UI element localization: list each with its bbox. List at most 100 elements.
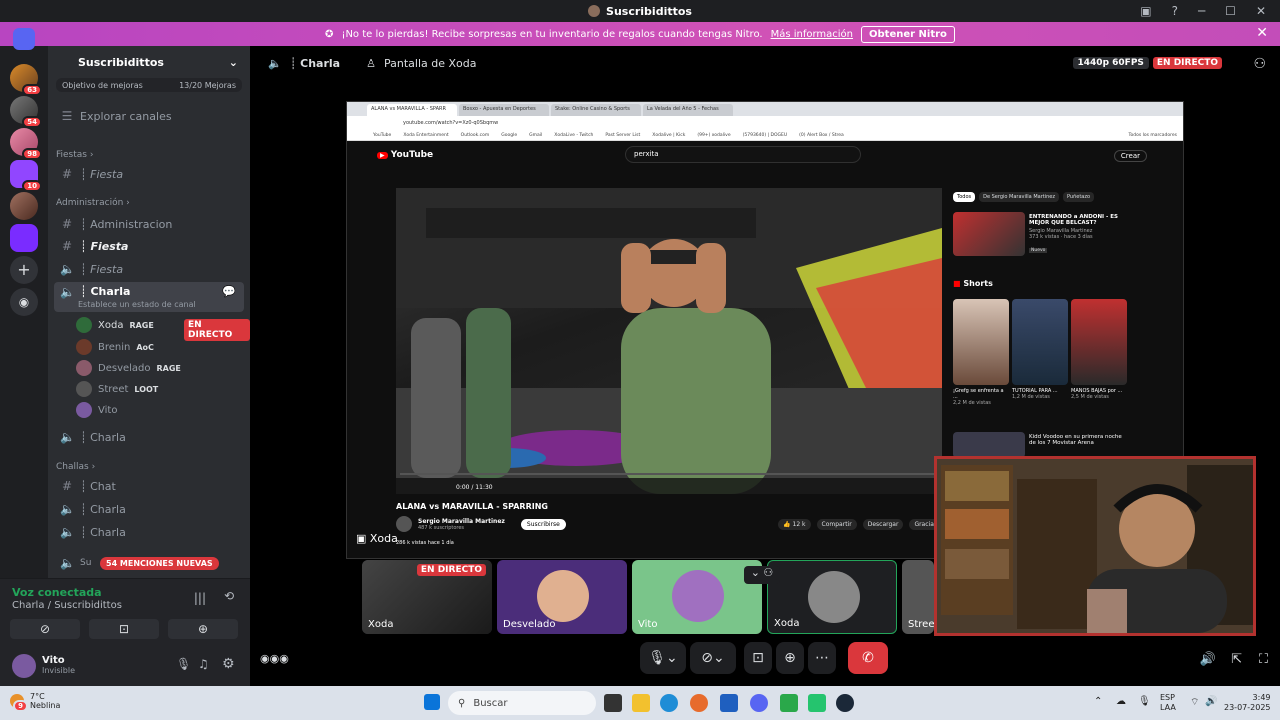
- share-screen-button[interactable]: ⊡: [744, 642, 772, 674]
- chip[interactable]: De Sergio Maravilla Martinez: [979, 192, 1059, 202]
- channel-administracion[interactable]: # ┊ Administracion: [54, 214, 244, 234]
- clock[interactable]: 3:49 23-07-2025: [1224, 693, 1271, 713]
- file-explorer-icon[interactable]: [632, 694, 650, 712]
- activity-button[interactable]: ⊕: [168, 619, 238, 639]
- share-screen-button[interactable]: ⊡: [89, 619, 159, 639]
- rec-title[interactable]: Kidd Voodoo en su primera noche de los 7…: [1029, 434, 1129, 446]
- get-nitro-button[interactable]: Obtener Nitro: [861, 25, 955, 43]
- maximize-button[interactable]: ☐: [1225, 4, 1236, 18]
- channel-fiesta[interactable]: # ┊ Fiesta: [54, 236, 244, 256]
- volume-icon[interactable]: 🔊: [1205, 696, 1217, 707]
- user-tile[interactable]: Desvelado: [497, 560, 627, 634]
- bookmark[interactable]: Past Server List: [605, 133, 640, 138]
- camera-off-button[interactable]: ⊘: [10, 619, 80, 639]
- browser-tab[interactable]: Stake: Online Casino & Sports: [551, 104, 641, 116]
- headphones-icon[interactable]: ♫: [198, 657, 209, 671]
- close-window-button[interactable]: ✕: [1256, 4, 1266, 18]
- settings-gear-icon[interactable]: ⚙: [222, 656, 235, 672]
- dm-home-icon[interactable]: [13, 28, 35, 50]
- bookmark[interactable]: XodaLive - Twitch: [554, 133, 593, 138]
- short-thumbnail[interactable]: [953, 299, 1009, 385]
- stream-tile[interactable]: EN DIRECTO Xoda: [362, 560, 492, 634]
- server-icon[interactable]: 98: [10, 128, 42, 160]
- channel-status[interactable]: Establece un estado de canal: [78, 300, 196, 309]
- channel-chat[interactable]: # ┊ Chat: [54, 476, 244, 496]
- voice-location[interactable]: Charla / Suscribidittos: [12, 600, 122, 611]
- youtube-search-input[interactable]: perxita: [625, 146, 861, 163]
- short-thumbnail[interactable]: [1071, 299, 1127, 385]
- activity-button[interactable]: ⊕: [776, 642, 804, 674]
- store-icon[interactable]: [720, 694, 738, 712]
- channel-name[interactable]: Sergio Maravilla Martinez: [418, 518, 505, 525]
- share-button[interactable]: Compartir: [816, 518, 857, 530]
- address-bar[interactable]: youtube.com/watch?v=Xz0-q0Sbqmw: [347, 116, 1183, 130]
- browser-tab[interactable]: ALANA vs MARAVILLA - SPARR: [367, 104, 457, 116]
- bookmark[interactable]: Outlook.com: [461, 133, 490, 138]
- close-banner-icon[interactable]: ✕: [1256, 25, 1268, 41]
- add-friend-icon[interactable]: ⚇: [1253, 56, 1266, 72]
- explore-icon[interactable]: ◉: [10, 288, 38, 316]
- short-thumbnail[interactable]: [1012, 299, 1068, 385]
- edge-icon[interactable]: [660, 694, 678, 712]
- boost-goal[interactable]: Objetivo de mejoras 13/20 Mejoras: [56, 78, 242, 92]
- video-player[interactable]: 0:00 / 11:30: [396, 188, 942, 494]
- download-button[interactable]: Descargar: [862, 518, 904, 530]
- fullscreen-icon[interactable]: ⛶: [1259, 652, 1268, 667]
- camera-button[interactable]: ⊘⌄: [690, 642, 736, 674]
- collapse-participants-button[interactable]: ⌄ ⚇: [744, 566, 780, 584]
- xbox-icon[interactable]: [780, 694, 798, 712]
- chip[interactable]: Todos: [953, 192, 976, 202]
- disconnect-icon[interactable]: ⟲: [224, 589, 234, 603]
- twitch-server-icon[interactable]: 10: [10, 160, 42, 192]
- voice-user[interactable]: Desvelado RAGE: [76, 359, 181, 377]
- category-fiestas[interactable]: Fiestas ›: [56, 150, 93, 160]
- bookmark[interactable]: Google: [501, 133, 517, 138]
- voice-channel-charla[interactable]: 🔈 ┊ Charla: [54, 522, 244, 542]
- task-view-icon[interactable]: [604, 694, 622, 712]
- inbox-icon[interactable]: ▣: [1140, 4, 1151, 18]
- create-button[interactable]: Crear: [1113, 150, 1147, 162]
- steam-icon[interactable]: [836, 694, 854, 712]
- popout-icon[interactable]: ⇱: [1231, 652, 1242, 667]
- explore-channels[interactable]: ☰ Explorar canales: [54, 106, 244, 126]
- all-bookmarks[interactable]: Todos los marcadores: [1129, 133, 1178, 138]
- recommended-thumbnail[interactable]: [953, 432, 1025, 458]
- mic-icon[interactable]: 🎙: [1138, 696, 1151, 707]
- chip[interactable]: Puñetazo: [1062, 192, 1095, 202]
- bookmark[interactable]: (5793640) | DOGEU: [743, 133, 788, 138]
- avatar[interactable]: [12, 654, 36, 678]
- bookmark[interactable]: (0) Alert Box / Strea: [799, 133, 844, 138]
- like-button[interactable]: 👍 12 k: [778, 518, 811, 530]
- voice-channel-charla[interactable]: 🔈 ┊ Charla: [54, 427, 244, 447]
- tray-chevron-icon[interactable]: ⌃: [1094, 696, 1102, 707]
- disconnect-button[interactable]: ✆: [848, 642, 888, 674]
- weather-widget[interactable]: 9 7°C Neblina: [10, 692, 60, 712]
- voice-status[interactable]: Voz conectada: [12, 586, 102, 599]
- bookmark[interactable]: (99+) xodalive: [697, 133, 730, 138]
- youtube-logo[interactable]: ▶ YouTube: [377, 150, 433, 160]
- server-icon[interactable]: 63: [10, 64, 42, 96]
- voice-user[interactable]: Xoda RAGE: [76, 316, 154, 334]
- add-server-icon[interactable]: +: [10, 256, 38, 284]
- user-tile[interactable]: Stree: [902, 560, 934, 634]
- category-administracion[interactable]: Administración ›: [56, 198, 130, 208]
- voice-user[interactable]: Street LOOT: [76, 380, 158, 398]
- user-tile[interactable]: Xoda: [767, 560, 897, 634]
- mute-button[interactable]: 🎙⌄: [640, 642, 686, 674]
- bookmark[interactable]: Gmail: [529, 133, 542, 138]
- bookmark[interactable]: YouTube: [373, 133, 391, 138]
- firefox-icon[interactable]: [690, 694, 708, 712]
- server-icon[interactable]: [10, 192, 38, 220]
- app-icon[interactable]: [808, 694, 826, 712]
- wifi-icon[interactable]: ⌔: [1190, 696, 1199, 709]
- channel-fiesta[interactable]: # ┊ Fiesta: [54, 164, 244, 184]
- bookmark[interactable]: Xoda Entertainment: [403, 133, 448, 138]
- voice-user[interactable]: Vito: [76, 401, 117, 419]
- bookmark[interactable]: Xodalive | Kick: [652, 133, 685, 138]
- subscribe-button[interactable]: Suscribirse: [520, 518, 566, 530]
- recommended-thumbnail[interactable]: [953, 212, 1025, 256]
- banner-link[interactable]: Más información: [771, 29, 853, 40]
- server-header[interactable]: Suscribidittos ⌄: [48, 46, 250, 78]
- server-icon[interactable]: 54: [10, 96, 42, 128]
- browser-tab[interactable]: Bosxo - Apuesta en Deportes: [459, 104, 549, 116]
